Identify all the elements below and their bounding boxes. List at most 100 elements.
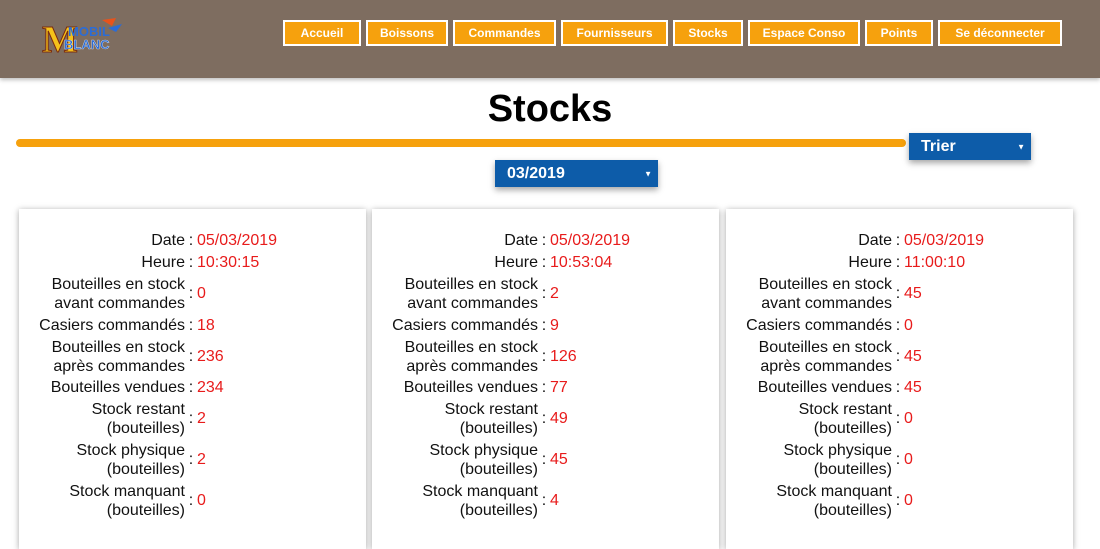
physique-row: Stock physique (bouteilles):2 — [19, 441, 366, 479]
bouteilles-apres-value: 126 — [550, 348, 577, 365]
nav-points-button[interactable]: Points — [865, 20, 933, 46]
vendues-label: Bouteilles vendues — [50, 379, 185, 396]
bouteilles-avant-row: Bouteilles en stock avant commandes:45 — [726, 275, 1073, 313]
bouteilles-avant-value: 2 — [550, 285, 559, 302]
heure-row: Heure:10:30:15 — [19, 253, 366, 272]
bouteilles-avant-label: Bouteilles en stock avant commandes — [51, 276, 185, 312]
vendues-label: Bouteilles vendues — [403, 379, 538, 396]
restant-value: 49 — [550, 410, 568, 427]
heure-label: Heure — [848, 254, 892, 271]
vendues-row: Bouteilles vendues:234 — [19, 378, 366, 397]
casiers-label: Casiers commandés — [746, 317, 892, 334]
stock-card: Date:05/03/2019 Heure:10:30:15 Bouteille… — [19, 209, 366, 549]
vendues-row: Bouteilles vendues:45 — [726, 378, 1073, 397]
period-select-label: 03/2019 — [507, 165, 565, 182]
physique-label: Stock physique (bouteilles) — [783, 442, 892, 478]
date-row: Date:05/03/2019 — [726, 231, 1073, 250]
nav-accueil-button[interactable]: Accueil — [283, 20, 361, 46]
physique-value: 2 — [197, 451, 206, 468]
physique-row: Stock physique (bouteilles):45 — [372, 441, 719, 479]
manquant-row: Stock manquant (bouteilles):0 — [726, 482, 1073, 520]
stock-card: Date:05/03/2019 Heure:11:00:10 Bouteille… — [726, 209, 1073, 549]
date-label: Date — [151, 232, 185, 249]
vendues-value: 77 — [550, 378, 568, 396]
bouteilles-apres-row: Bouteilles en stock après commandes:126 — [372, 338, 719, 376]
manquant-value: 0 — [904, 492, 913, 509]
manquant-value: 0 — [197, 492, 206, 509]
manquant-value: 4 — [550, 492, 559, 509]
heure-label: Heure — [141, 254, 185, 271]
dropdown-caret-icon: ▼ — [644, 169, 652, 178]
dropdown-caret-icon: ▼ — [1017, 142, 1025, 151]
restant-label: Stock restant (bouteilles) — [444, 401, 538, 437]
bouteilles-apres-label: Bouteilles en stock après commandes — [404, 339, 538, 375]
bouteilles-apres-row: Bouteilles en stock après commandes:236 — [19, 338, 366, 376]
bouteilles-avant-label: Bouteilles en stock avant commandes — [758, 276, 892, 312]
nav-stocks-button[interactable]: Stocks — [673, 20, 743, 46]
physique-label: Stock physique (bouteilles) — [429, 442, 538, 478]
physique-value: 0 — [904, 451, 913, 468]
casiers-value: 0 — [904, 316, 913, 334]
vendues-label: Bouteilles vendues — [757, 379, 892, 396]
orange-divider — [16, 139, 906, 147]
physique-row: Stock physique (bouteilles):0 — [726, 441, 1073, 479]
heure-row: Heure:10:53:04 — [372, 253, 719, 272]
date-label: Date — [504, 232, 538, 249]
bouteilles-avant-row: Bouteilles en stock avant commandes:2 — [372, 275, 719, 313]
casiers-value: 9 — [550, 316, 559, 334]
bouteilles-apres-value: 236 — [197, 348, 224, 365]
vendues-row: Bouteilles vendues:77 — [372, 378, 719, 397]
heure-value: 10:30:15 — [197, 253, 260, 271]
period-select[interactable]: 03/2019 ▼ — [495, 160, 658, 187]
bouteilles-avant-row: Bouteilles en stock avant commandes:0 — [19, 275, 366, 313]
casiers-row: Casiers commandés:9 — [372, 316, 719, 335]
date-value: 05/03/2019 — [550, 231, 631, 249]
heure-value: 10:53:04 — [550, 253, 613, 271]
manquant-label: Stock manquant (bouteilles) — [422, 483, 538, 519]
main-nav: Accueil Boissons Commandes Fournisseurs … — [283, 20, 1062, 46]
date-label: Date — [858, 232, 892, 249]
casiers-value: 18 — [197, 316, 215, 334]
restant-value: 0 — [904, 410, 913, 427]
casiers-label: Casiers commandés — [392, 317, 538, 334]
mobil-blanc-logo[interactable]: M MOBIL BLANC — [42, 16, 124, 56]
manquant-label: Stock manquant (bouteilles) — [776, 483, 892, 519]
nav-logout-button[interactable]: Se déconnecter — [938, 20, 1062, 46]
nav-espace-conso-button[interactable]: Espace Conso — [748, 20, 860, 46]
bouteilles-apres-value: 45 — [904, 348, 922, 365]
bouteilles-avant-value: 0 — [197, 285, 206, 302]
casiers-row: Casiers commandés:0 — [726, 316, 1073, 335]
physique-value: 45 — [550, 451, 568, 468]
manquant-row: Stock manquant (bouteilles):4 — [372, 482, 719, 520]
bouteilles-apres-row: Bouteilles en stock après commandes:45 — [726, 338, 1073, 376]
sort-select-label: Trier — [921, 138, 956, 155]
bouteilles-apres-label: Bouteilles en stock après commandes — [758, 339, 892, 375]
bouteilles-avant-value: 45 — [904, 285, 922, 302]
manquant-row: Stock manquant (bouteilles):0 — [19, 482, 366, 520]
heure-label: Heure — [494, 254, 538, 271]
casiers-label: Casiers commandés — [39, 317, 185, 334]
sort-select[interactable]: Trier ▼ — [909, 133, 1031, 160]
bouteilles-apres-label: Bouteilles en stock après commandes — [51, 339, 185, 375]
date-value: 05/03/2019 — [197, 231, 278, 249]
manquant-label: Stock manquant (bouteilles) — [69, 483, 185, 519]
logo-text-bottom: BLANC — [64, 37, 110, 52]
top-header: M MOBIL BLANC Accueil Boissons Commandes… — [0, 0, 1100, 78]
nav-fournisseurs-button[interactable]: Fournisseurs — [561, 20, 668, 46]
stock-card: Date:05/03/2019 Heure:10:53:04 Bouteille… — [372, 209, 719, 549]
nav-commandes-button[interactable]: Commandes — [453, 20, 556, 46]
restant-label: Stock restant (bouteilles) — [91, 401, 185, 437]
restant-row: Stock restant (bouteilles):49 — [372, 400, 719, 438]
bouteilles-avant-label: Bouteilles en stock avant commandes — [404, 276, 538, 312]
heure-row: Heure:11:00:10 — [726, 253, 1073, 272]
date-row: Date:05/03/2019 — [19, 231, 366, 250]
page-title: Stocks — [487, 88, 613, 130]
heure-value: 11:00:10 — [904, 253, 966, 271]
date-value: 05/03/2019 — [904, 231, 985, 249]
vendues-value: 45 — [904, 378, 922, 396]
physique-label: Stock physique (bouteilles) — [76, 442, 185, 478]
restant-value: 2 — [197, 410, 206, 427]
nav-boissons-button[interactable]: Boissons — [366, 20, 448, 46]
casiers-row: Casiers commandés:18 — [19, 316, 366, 335]
date-row: Date:05/03/2019 — [372, 231, 719, 250]
